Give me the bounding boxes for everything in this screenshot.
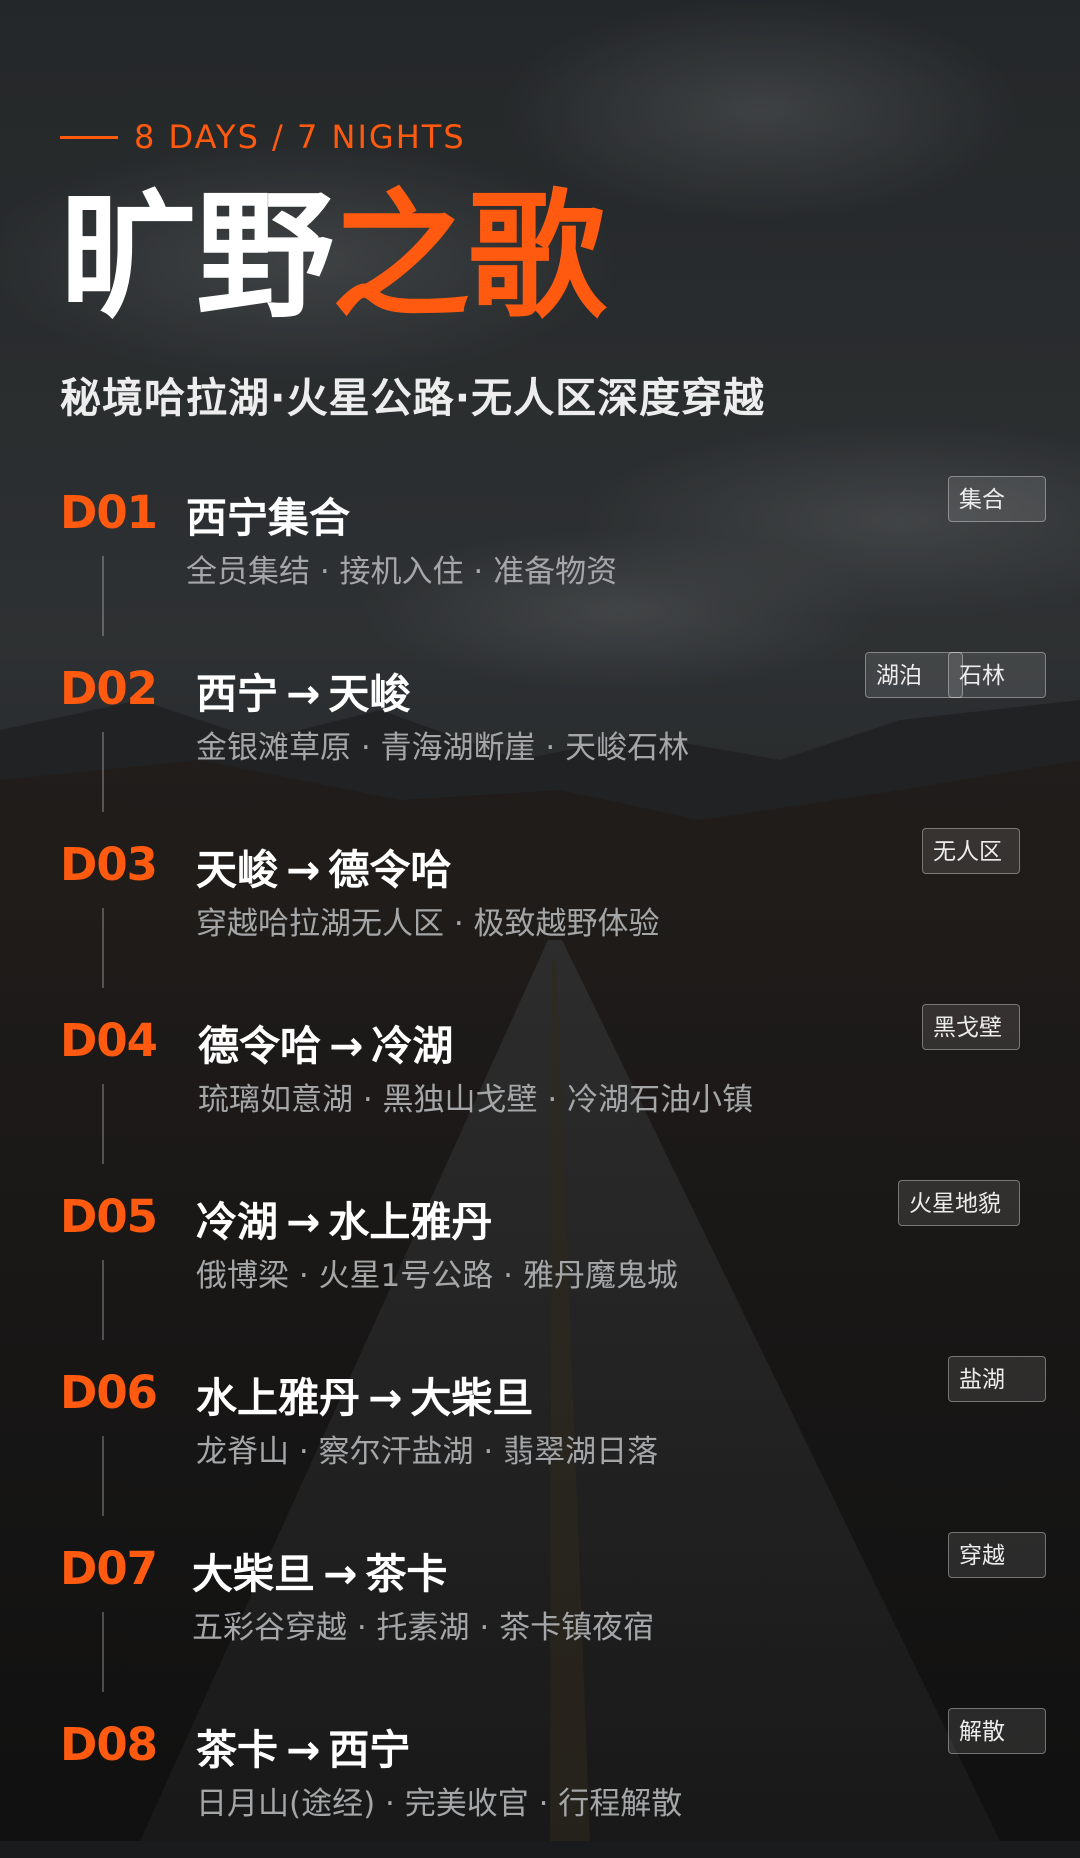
day-description: 俄博梁 · 火星1号公路 · 雅丹魔鬼城 (196, 1258, 678, 1294)
route-to: 德令哈 (328, 846, 452, 894)
kicker-line (60, 135, 118, 139)
day-route: 茶卡 → 西宁 (196, 1716, 410, 1776)
route-from: 西宁集合 (186, 494, 350, 542)
arrow-right-icon: → (286, 1726, 321, 1774)
day-description: 金银滩草原 · 青海湖断崖 · 天峻石林 (196, 730, 690, 766)
day-route: 西宁 → 天峻 (196, 660, 410, 720)
day-item-1: D01 西宁集合全员集结 · 接机入住 · 准备物资 集合 (0, 476, 1080, 636)
day-item-3: D03 天峻 → 德令哈穿越哈拉湖无人区 · 极致越野体验 无人区 (0, 828, 1080, 988)
day-description: 龙脊山 · 察尔汗盐湖 · 翡翠湖日落 (196, 1434, 659, 1470)
day-description: 全员集结 · 接机入住 · 准备物资 (186, 554, 618, 590)
day-description: 日月山(途经) · 完美收官 · 行程解散 (196, 1786, 683, 1822)
title-part-white: 旷野 (60, 176, 334, 337)
route-to: 大柴旦 (410, 1374, 534, 1422)
timeline-connector (102, 556, 104, 636)
day-route: 水上雅丹 → 大柴旦 (196, 1364, 533, 1424)
day-route: 西宁集合 (186, 484, 350, 544)
day-item-7: D07 大柴旦 → 茶卡五彩谷穿越 · 托素湖 · 茶卡镇夜宿 穿越 (0, 1532, 1080, 1692)
day-route: 冷湖 → 水上雅丹 (196, 1188, 492, 1248)
timeline-connector (102, 732, 104, 812)
day-item-8: D08 茶卡 → 西宁日月山(途经) · 完美收官 · 行程解散 解散 (0, 1708, 1080, 1858)
route-from: 大柴旦 (192, 1550, 315, 1598)
route-from: 德令哈 (198, 1022, 321, 1070)
page-subtitle: 秘境哈拉湖·火星公路·无人区深度穿越 (60, 374, 766, 422)
day-number: D06 (60, 1366, 158, 1419)
arrow-right-icon: → (329, 1022, 364, 1070)
route-to: 西宁 (328, 1726, 411, 1774)
day-tag: 盐湖 (948, 1356, 1046, 1402)
day-item-2: D02 西宁 → 天峻 金银滩草原 · 青海湖断崖 · 天峻石林 湖泊 石林 (0, 652, 1080, 812)
day-tag: 穿越 (948, 1532, 1046, 1578)
day-description: 五彩谷穿越 · 托素湖 · 茶卡镇夜宿 (192, 1610, 655, 1646)
day-tag: 无人区 (922, 828, 1020, 874)
arrow-right-icon: → (323, 1550, 358, 1598)
timeline-connector (102, 1260, 104, 1340)
arrow-right-icon: → (286, 1198, 321, 1246)
day-item-5: D05 冷湖 → 水上雅丹俄博梁 · 火星1号公路 · 雅丹魔鬼城 火星地貌 (0, 1180, 1080, 1340)
arrow-right-icon: → (368, 1374, 403, 1422)
timeline-connector (102, 1436, 104, 1516)
day-route: 大柴旦 → 茶卡 (192, 1540, 447, 1600)
route-from: 茶卡 (196, 1726, 278, 1774)
day-item-4: D04 德令哈 → 冷湖琉璃如意湖 · 黑独山戈壁 · 冷湖石油小镇 黑戈壁 (0, 1004, 1080, 1164)
day-route: 天峻 → 德令哈 (196, 836, 451, 896)
day-number: D01 (60, 486, 158, 539)
route-to: 冷湖 (371, 1022, 454, 1070)
timeline-connector (102, 908, 104, 988)
day-description: 琉璃如意湖 · 黑独山戈壁 · 冷湖石油小镇 (198, 1082, 754, 1118)
title-part-orange: 之歌 (332, 176, 606, 337)
day-tag: 解散 (948, 1708, 1046, 1754)
itinerary-poster: 8 DAYS / 7 NIGHTS 旷野之歌 秘境哈拉湖·火星公路·无人区深度穿… (0, 0, 1080, 1841)
route-to: 水上雅丹 (328, 1198, 493, 1246)
day-number: D03 (60, 838, 158, 891)
route-from: 西宁 (196, 670, 278, 718)
route-to: 天峻 (328, 670, 411, 718)
day-number: D02 (60, 662, 158, 715)
day-description: 穿越哈拉湖无人区 · 极致越野体验 (196, 906, 660, 942)
day-number: D08 (60, 1718, 158, 1771)
timeline-connector (102, 1084, 104, 1164)
duration-kicker: 8 DAYS / 7 NIGHTS (60, 118, 466, 156)
page-title: 旷野之歌 (60, 188, 606, 326)
arrow-right-icon: → (286, 846, 321, 894)
route-to: 茶卡 (365, 1550, 448, 1598)
day-tag: 黑戈壁 (922, 1004, 1020, 1050)
day-number: D05 (60, 1190, 158, 1243)
route-from: 天峻 (196, 846, 278, 894)
route-from: 水上雅丹 (196, 1374, 360, 1422)
kicker-text: 8 DAYS / 7 NIGHTS (134, 118, 466, 156)
day-number: D04 (60, 1014, 158, 1067)
day-route: 德令哈 → 冷湖 (198, 1012, 453, 1072)
day-number: D07 (60, 1542, 158, 1595)
day-item-6: D06 水上雅丹 → 大柴旦龙脊山 · 察尔汗盐湖 · 翡翠湖日落 盐湖 (0, 1356, 1080, 1516)
day-tag: 火星地貌 (898, 1180, 1020, 1226)
timeline-connector (102, 1612, 104, 1692)
arrow-right-icon: → (286, 670, 321, 718)
day-tag: 集合 (948, 476, 1046, 522)
day-tag: 石林 (948, 652, 1046, 698)
route-from: 冷湖 (196, 1198, 278, 1246)
